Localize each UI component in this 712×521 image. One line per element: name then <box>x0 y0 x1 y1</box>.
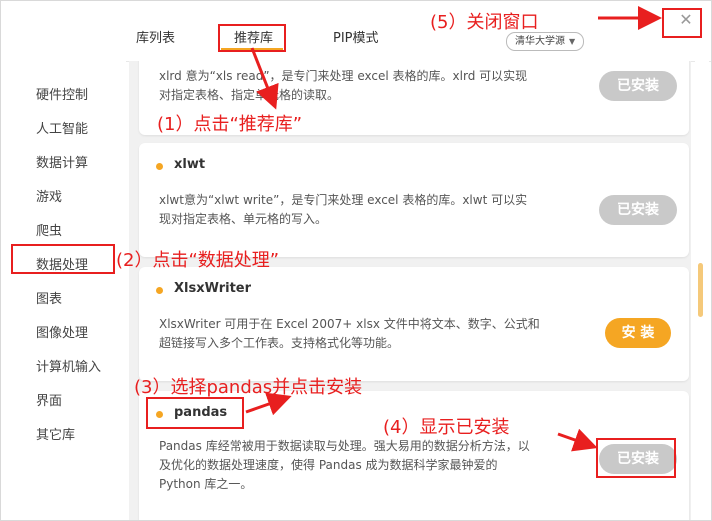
arrow-step4 <box>557 428 598 452</box>
arrow-step3 <box>245 392 292 416</box>
arrow-step1 <box>250 47 279 110</box>
annotation-arrows <box>245 6 662 452</box>
